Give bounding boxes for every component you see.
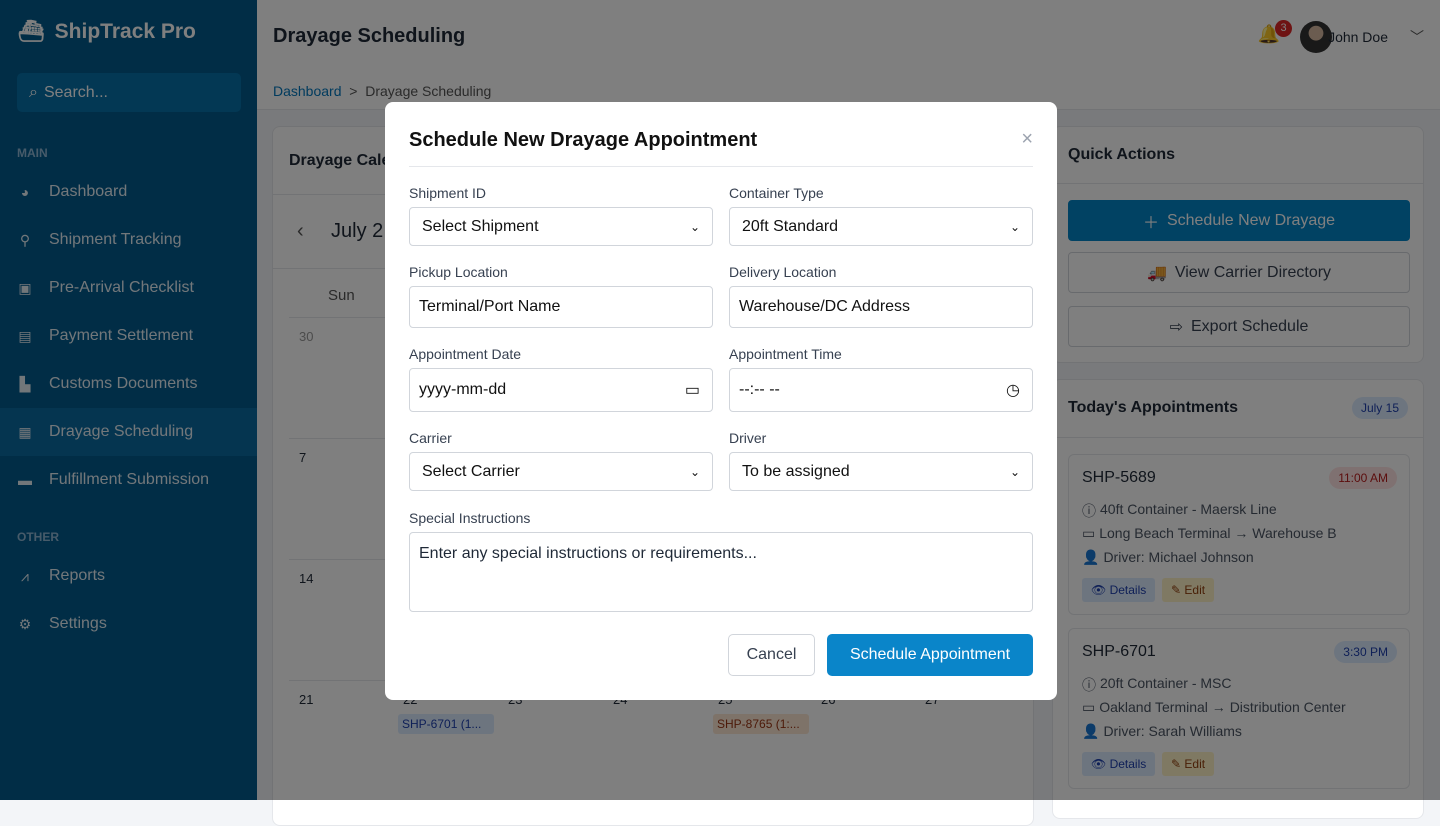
chevron-down-icon: ⌄ bbox=[689, 464, 700, 479]
chevron-down-icon: ⌄ bbox=[1009, 464, 1020, 479]
appointment-date-label: Appointment Date bbox=[409, 346, 522, 362]
driver-label: Driver bbox=[729, 430, 767, 446]
container-type-select[interactable]: 20ft Standard ⌄ bbox=[729, 207, 1033, 246]
special-instructions-label: Special Instructions bbox=[409, 510, 531, 526]
pickup-location-label: Pickup Location bbox=[409, 264, 508, 280]
schedule-appointment-button[interactable]: Schedule Appointment bbox=[827, 634, 1033, 676]
carrier-select[interactable]: Select Carrier ⌄ bbox=[409, 452, 713, 491]
clock-icon[interactable]: ◷ bbox=[1006, 380, 1020, 400]
special-instructions-textarea[interactable]: Enter any special instructions or requir… bbox=[409, 532, 1033, 612]
appointment-time-label: Appointment Time bbox=[729, 346, 842, 362]
close-icon[interactable]: × bbox=[1021, 128, 1033, 151]
cancel-button[interactable]: Cancel bbox=[728, 634, 815, 676]
shipment-id-label: Shipment ID bbox=[409, 185, 487, 201]
chevron-down-icon: ⌄ bbox=[1009, 219, 1020, 234]
delivery-location-label: Delivery Location bbox=[729, 264, 837, 280]
calendar-icon[interactable]: ▭ bbox=[685, 380, 700, 400]
shipment-id-select[interactable]: Select Shipment ⌄ bbox=[409, 207, 713, 246]
delivery-location-input[interactable]: Warehouse/DC Address bbox=[729, 286, 1033, 328]
pickup-location-input[interactable]: Terminal/Port Name bbox=[409, 286, 713, 328]
driver-select[interactable]: To be assigned ⌄ bbox=[729, 452, 1033, 491]
carrier-label: Carrier bbox=[409, 430, 452, 446]
container-type-label: Container Type bbox=[729, 185, 824, 201]
modal-title: Schedule New Drayage Appointment bbox=[409, 129, 758, 151]
appointment-time-input[interactable]: --:-- -- ◷ bbox=[729, 368, 1033, 412]
chevron-down-icon: ⌄ bbox=[689, 219, 700, 234]
appointment-date-input[interactable]: yyyy-mm-dd ▭ bbox=[409, 368, 713, 412]
schedule-appointment-modal: Schedule New Drayage Appointment × Shipm… bbox=[385, 102, 1057, 700]
